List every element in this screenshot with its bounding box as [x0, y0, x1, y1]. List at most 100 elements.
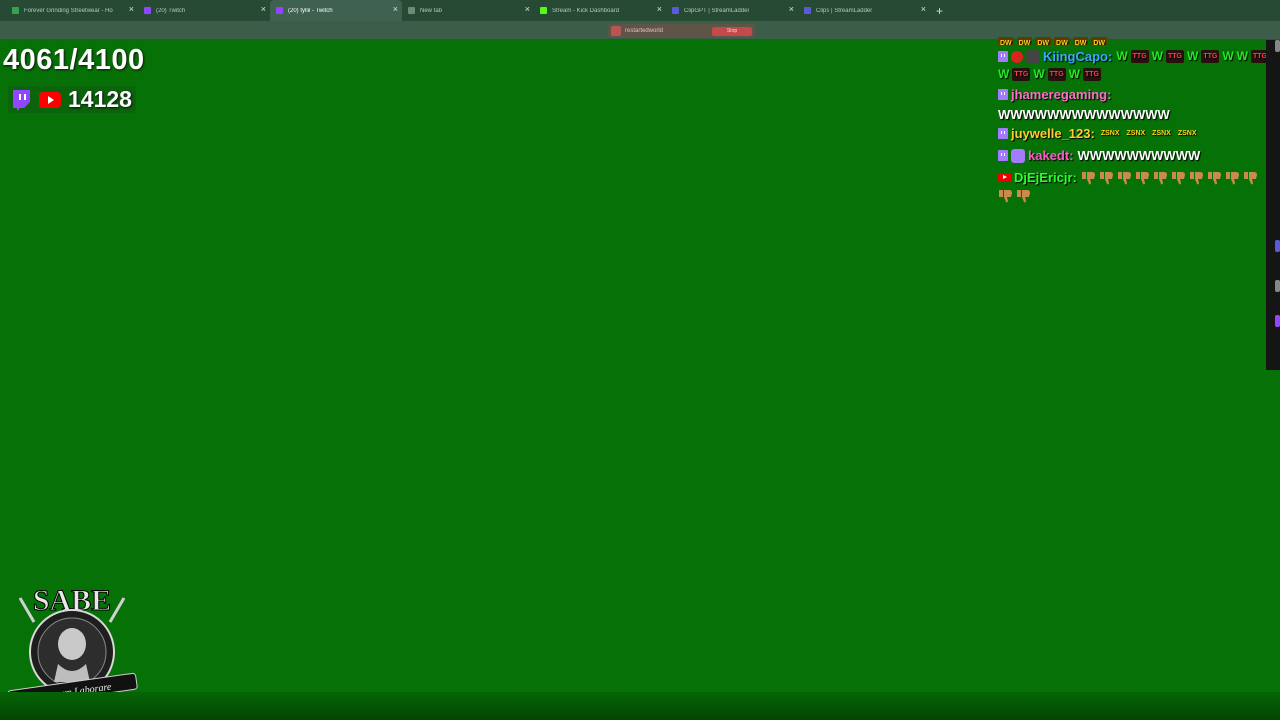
tab-favicon: [804, 7, 811, 14]
tab-tyllil-twitch[interactable]: (20) tyllil - Twitch ×: [270, 0, 402, 21]
emote-ttg: TTG: [1047, 68, 1066, 81]
thumbs-down-icon: [1135, 171, 1149, 184]
emote-ttg: TTG: [1082, 68, 1101, 81]
twitch-badge-icon: [998, 150, 1008, 161]
tab-favicon: [144, 7, 151, 14]
thumbs-down-icon: [1243, 171, 1257, 184]
side-icon: [1275, 240, 1280, 252]
close-tab-icon[interactable]: ×: [261, 5, 266, 14]
recording-pill[interactable]: restartedworld Stop: [608, 24, 755, 38]
tab-title: Clips | StreamLadder: [816, 7, 873, 14]
tab-clips-streamladder[interactable]: Clips | StreamLadder ×: [798, 0, 930, 21]
emote-zsnx: ZSNX: [1177, 130, 1197, 137]
tab-favicon: [12, 7, 19, 14]
twitch-badge-icon: [998, 89, 1008, 100]
tab-kick-dashboard[interactable]: Stream - Kick Dashboard ×: [534, 0, 666, 21]
twitch-badge-icon: [998, 128, 1008, 139]
emote-w: W: [1151, 49, 1163, 63]
recording-label: restartedworld: [625, 28, 664, 34]
user-badge-icon: [1011, 50, 1023, 63]
tab-title: (20) Twitch: [156, 7, 186, 14]
tab-clipgpt[interactable]: ClipGPT | StreamLadder ×: [666, 0, 798, 21]
new-tab-button[interactable]: +: [936, 4, 943, 18]
chat-line: jhameregaming: WWWWWWWWWWWWWW: [998, 86, 1270, 123]
close-tab-icon[interactable]: ×: [393, 5, 398, 14]
chat-username: jhameregaming:: [1011, 87, 1112, 102]
close-tab-icon[interactable]: ×: [657, 5, 662, 14]
emote-dw: DW: [1054, 37, 1070, 45]
tab-favicon: [408, 7, 415, 14]
record-icon: [611, 26, 621, 36]
thumbs-down-icon: [1189, 171, 1203, 184]
close-tab-icon[interactable]: ×: [921, 5, 926, 14]
viewer-count: 14128: [68, 86, 132, 112]
goal-counter: 4061/4100: [3, 44, 145, 76]
emote-w: W: [1033, 67, 1045, 81]
emote-dw: DW: [1091, 37, 1108, 45]
chat-line: kakedt: WWWWWWWWWW: [998, 147, 1270, 164]
close-tab-icon[interactable]: ×: [789, 5, 794, 14]
thumbs-down-icon: [1081, 171, 1095, 184]
thumbs-down-icon: [1225, 171, 1239, 184]
thumbs-down-icon: [1153, 171, 1167, 184]
tab-favicon: [540, 7, 547, 14]
emote-zsnx: ZSNX: [1126, 130, 1146, 137]
emote-w: W: [1068, 67, 1080, 81]
youtube-badge-icon: [998, 173, 1011, 182]
emote-dw: DW: [1016, 37, 1033, 45]
emote-ttg: TTG: [1012, 68, 1031, 81]
emote-dw: DW: [998, 37, 1014, 45]
thumbs-down-icon: [1171, 171, 1185, 184]
emote-w: W: [1186, 49, 1199, 63]
tab-new-tab[interactable]: New tab ×: [402, 0, 534, 21]
emote-ttg: TTG: [1130, 50, 1149, 63]
tab-favicon: [672, 7, 679, 14]
chat-line: juywelle_123: ZSNX ZSNX ZSNX ZSNX: [998, 125, 1270, 142]
bottom-shade: [0, 692, 1280, 720]
scroll-indicator: [1275, 40, 1280, 52]
chat-username: kakedt:: [1028, 148, 1074, 163]
side-icon: [1275, 315, 1280, 327]
close-tab-icon[interactable]: ×: [525, 5, 530, 14]
user-avatar-icon: [1011, 148, 1025, 163]
chat-username: DjEjEricjr:: [1014, 170, 1077, 185]
chat-overlay: DW DW DW DW DW DW KiingCapo: W TTG W TTG…: [998, 37, 1270, 208]
side-panel-edge: [1266, 40, 1280, 370]
emote-w: W: [1116, 49, 1128, 63]
emote-w: W: [1222, 49, 1234, 63]
chat-line: DjEjEricjr:: [998, 169, 1270, 203]
chat-message: WWWWWWWWWW: [1077, 148, 1201, 163]
browser-tab-bar: Forever Grinding Streetwear - Ho × (20) …: [0, 0, 1280, 21]
emote-zsnx: ZSNX: [1100, 130, 1120, 137]
stop-recording-button[interactable]: Stop: [712, 26, 752, 36]
thumbs-down-icon: [1207, 171, 1221, 184]
emote-zsnx: ZSNX: [1152, 130, 1171, 137]
chat-message: WWWWWWWWWWWWWW: [998, 107, 1170, 122]
emote-w: W: [1236, 49, 1248, 63]
thumbs-down-icon: [1017, 190, 1030, 203]
thumbs-down-icon: [1117, 171, 1131, 184]
close-tab-icon[interactable]: ×: [129, 5, 134, 14]
emote-w: W: [998, 67, 1010, 81]
tab-title: New tab: [420, 7, 443, 14]
tab-twitch[interactable]: (20) Twitch ×: [138, 0, 270, 21]
tab-title: ClipGPT | StreamLadder: [684, 7, 750, 14]
twitch-icon: [13, 89, 30, 111]
side-icon: [1275, 280, 1280, 292]
tab-forever-grinding[interactable]: Forever Grinding Streetwear - Ho ×: [6, 0, 138, 21]
youtube-icon: [39, 91, 61, 108]
tab-title: Forever Grinding Streetwear - Ho: [24, 7, 113, 14]
tab-favicon: [276, 7, 283, 14]
emote-ttg: TTG: [1165, 50, 1184, 63]
emote-dw: DW: [1072, 37, 1089, 45]
viewer-counter: 14128: [8, 86, 136, 113]
twitch-badge-icon: [998, 51, 1008, 62]
thumbs-down-icon: [1099, 171, 1113, 184]
user-avatar-icon: [1026, 49, 1040, 64]
chat-line-partial: DW DW DW DW DW DW: [998, 37, 1270, 45]
tab-title: (20) tyllil - Twitch: [288, 7, 333, 14]
emote-dw: DW: [1035, 37, 1052, 45]
thumbs-down-icon: [999, 190, 1012, 203]
chat-username: KiingCapo:: [1043, 49, 1113, 64]
tab-title: Stream - Kick Dashboard: [552, 7, 620, 14]
